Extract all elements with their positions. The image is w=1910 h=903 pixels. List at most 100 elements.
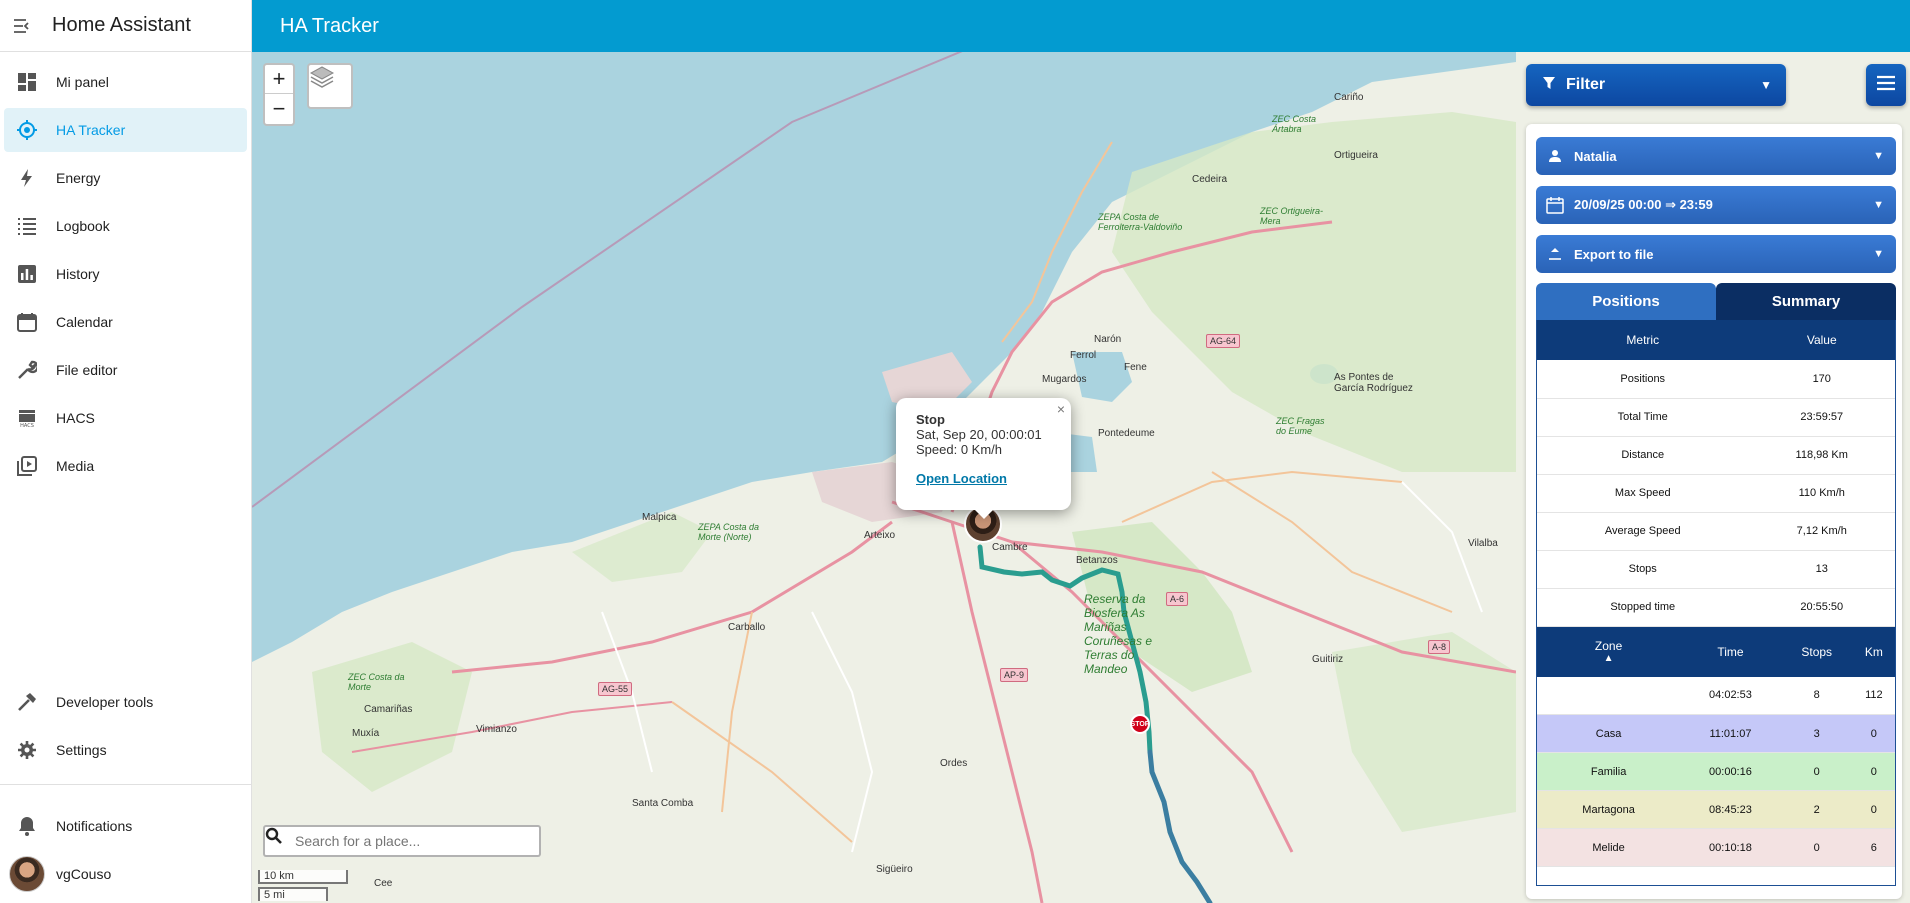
target-icon (4, 119, 50, 141)
column-header-metric[interactable]: Metric (1537, 320, 1749, 360)
lightning-icon (4, 168, 50, 188)
value-cell: 20:55:50 (1748, 588, 1895, 627)
sidebar-header: Home Assistant (0, 0, 251, 52)
value-cell: 118,98 Km (1748, 436, 1895, 475)
protected-area-label: ZEPA Costa de Ferrolterra-Valdoviño (1098, 212, 1183, 232)
zone-stops-cell: 0 (1780, 828, 1853, 867)
export-selector[interactable]: Export to file ▼ (1536, 235, 1896, 273)
zone-zone-cell: Martagona (1537, 790, 1681, 829)
sidebar-item-label: Developer tools (56, 694, 154, 710)
sidebar-item-notifications[interactable]: Notifications (4, 804, 247, 848)
calendar-icon (1536, 196, 1574, 214)
map-view[interactable]: Cariño Ortigueira Cedeira Narón Ferrol F… (252, 52, 1516, 903)
zone-row[interactable]: Familia 00:00:16 0 0 (1537, 752, 1895, 791)
zone-row[interactable]: 04:02:53 8 112 (1537, 676, 1895, 715)
place-label: Pontedeume (1098, 428, 1155, 439)
column-header-zone[interactable]: Zone ▲ (1537, 626, 1681, 677)
zone-row[interactable]: Casa 11:01:07 3 0 (1537, 714, 1895, 753)
popup-date: Sat, Sep 20, 00:00:01 (916, 427, 1042, 442)
person-selector[interactable]: Natalia ▼ (1536, 137, 1896, 175)
date-range-label: 20/09/25 00:00 ⇒ 23:59 (1574, 197, 1713, 212)
sidebar-item-calendar[interactable]: Calendar (4, 300, 247, 344)
sidebar: Home Assistant Mi panel HA Tracker Energ… (0, 0, 252, 903)
place-label: Ordes (940, 758, 968, 769)
export-label: Export to file (1574, 246, 1654, 262)
sidebar-item-hacs[interactable]: HACS HACS (4, 396, 247, 440)
scale-km: 10 km (258, 870, 348, 884)
app-title: Home Assistant (52, 14, 191, 36)
table-row: Stops 13 (1537, 550, 1895, 589)
place-label: Vilalba (1468, 538, 1498, 549)
sidebar-item-ha-tracker[interactable]: HA Tracker (4, 108, 247, 152)
zone-km-cell: 6 (1852, 828, 1895, 867)
zone-time-cell: 11:01:07 (1680, 714, 1781, 753)
open-location-link[interactable]: Open Location (916, 471, 1051, 486)
column-header-km[interactable]: Km (1852, 626, 1895, 677)
place-label: Muxía (352, 728, 380, 739)
column-header-time[interactable]: Time (1680, 626, 1781, 677)
zone-time-cell: 00:00:16 (1680, 752, 1781, 791)
panel-menu-button[interactable] (1866, 64, 1906, 106)
popup-speed: Speed: 0 Km/h (916, 442, 1002, 457)
stop-marker[interactable]: STOP (1130, 714, 1150, 734)
hamburger-icon (1876, 75, 1896, 96)
menu-toggle-icon[interactable] (0, 18, 46, 34)
zone-header-label: Zone (1594, 639, 1623, 653)
sidebar-item-file-editor[interactable]: File editor (4, 348, 247, 392)
place-label: Cambre (992, 542, 1028, 553)
column-header-value[interactable]: Value (1748, 320, 1895, 360)
sidebar-item-energy[interactable]: Energy (4, 156, 247, 200)
sidebar-item-developer-tools[interactable]: Developer tools (4, 680, 247, 724)
tab-positions[interactable]: Positions (1536, 283, 1716, 320)
value-cell: 13 (1748, 550, 1895, 589)
protected-area-label: ZEC Costa da Morte (348, 672, 405, 692)
place-label: Betanzos (1076, 555, 1118, 566)
zone-km-cell: 112 (1852, 676, 1895, 715)
table-row: Max Speed 110 Km/h (1537, 474, 1895, 513)
place-label: Vimianzo (476, 724, 517, 735)
filter-button[interactable]: Filter ▼ (1526, 64, 1786, 106)
metric-cell: Positions (1537, 360, 1749, 399)
road-badge: AG-55 (598, 682, 633, 696)
sidebar-item-logbook[interactable]: Logbook (4, 204, 247, 248)
chevron-down-icon: ▼ (1873, 248, 1884, 260)
metric-cell: Total Time (1537, 398, 1749, 437)
place-label: Cee (374, 878, 393, 889)
metric-cell: Max Speed (1537, 474, 1749, 513)
place-label: Arteixo (864, 530, 896, 541)
place-label: Guitiriz (1312, 654, 1344, 665)
sidebar-item-settings[interactable]: Settings (4, 728, 247, 772)
date-range-selector[interactable]: 20/09/25 00:00 ⇒ 23:59 ▼ (1536, 186, 1896, 224)
zone-km-cell: 0 (1852, 790, 1895, 829)
table-row: Distance 118,98 Km (1537, 436, 1895, 475)
sidebar-item-mi-panel[interactable]: Mi panel (4, 60, 247, 104)
layers-button[interactable] (307, 63, 353, 109)
zone-row[interactable]: Martagona 08:45:23 2 0 (1537, 790, 1895, 829)
zone-time-cell: 08:45:23 (1680, 790, 1781, 829)
sidebar-item-profile[interactable]: vgCouso (4, 852, 247, 896)
popup-close-button[interactable]: × (1057, 401, 1065, 417)
zone-stops-cell: 8 (1780, 676, 1853, 715)
person-label: Natalia (1574, 148, 1617, 164)
wrench-icon (4, 360, 50, 380)
sidebar-item-media[interactable]: Media (4, 444, 247, 488)
column-header-stops[interactable]: Stops (1780, 626, 1853, 677)
dashboard-icon (4, 72, 50, 92)
value-cell: 170 (1748, 360, 1895, 399)
metric-cell: Stopped time (1537, 588, 1749, 627)
zone-stops-cell: 2 (1780, 790, 1853, 829)
sidebar-item-history[interactable]: History (4, 252, 247, 296)
sidebar-item-label: Media (56, 458, 95, 474)
bell-icon (4, 816, 50, 836)
zoom-out-button[interactable]: − (265, 94, 293, 123)
zoom-in-button[interactable]: + (265, 65, 293, 94)
zone-row[interactable]: Melide 00:10:18 0 6 (1537, 828, 1895, 867)
place-label: Fene (1124, 362, 1147, 373)
hacs-icon: HACS (4, 408, 50, 428)
tab-summary[interactable]: Summary (1716, 283, 1896, 320)
zone-km-cell: 0 (1852, 752, 1895, 791)
search-input[interactable] (295, 833, 539, 849)
sidebar-item-label: HA Tracker (56, 122, 126, 138)
summary-table: Metric Value Positions 170 Total Time 23:59… (1537, 320, 1895, 627)
place-label: Camariñas (364, 704, 413, 715)
